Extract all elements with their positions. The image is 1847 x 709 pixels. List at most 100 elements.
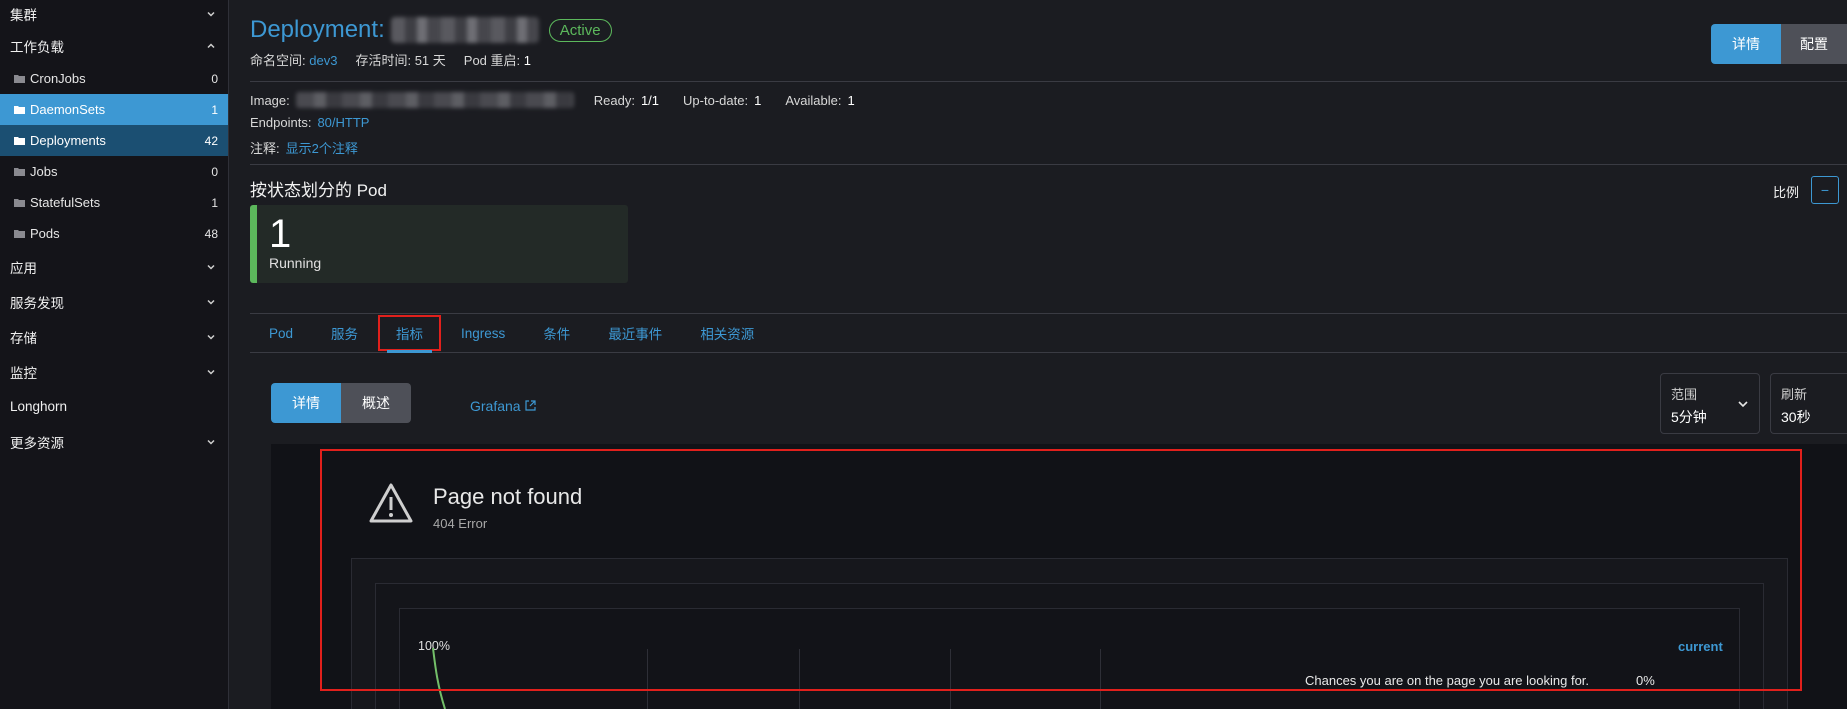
tab-conditions[interactable]: 条件 bbox=[524, 314, 589, 352]
grafana-embed: Page not found 404 Error 100% current Ch… bbox=[271, 444, 1847, 709]
nav-group-monitoring[interactable]: 监控 bbox=[0, 354, 228, 389]
chances-value: 0% bbox=[1636, 673, 1655, 688]
notes-label: 注释: bbox=[250, 141, 280, 156]
nav-group-cluster[interactable]: 集群 bbox=[0, 0, 228, 28]
folder-icon bbox=[14, 229, 26, 238]
folder-icon bbox=[14, 74, 26, 83]
show-notes-link[interactable]: 显示2个注释 bbox=[286, 138, 358, 157]
nav-group-service-discovery[interactable]: 服务发现 bbox=[0, 284, 228, 319]
panel-frame bbox=[399, 608, 1740, 709]
grafana-link[interactable]: Grafana bbox=[470, 398, 536, 414]
chances-text: Chances you are on the page you are look… bbox=[1305, 673, 1590, 688]
detail-button[interactable]: 详情 bbox=[1711, 24, 1781, 64]
folder-icon bbox=[14, 198, 26, 207]
refresh-value: 30秒 bbox=[1781, 409, 1811, 425]
ready-label: Ready: bbox=[593, 92, 635, 108]
main-content: Deployment: Active 命名空间: dev3 存活时间: 51 天… bbox=[230, 0, 1847, 709]
nav-group-label: 监控 bbox=[10, 365, 37, 381]
folder-icon bbox=[14, 105, 26, 114]
resource-kind: Deployment: bbox=[250, 16, 385, 43]
nav-group-more-resources[interactable]: 更多资源 bbox=[0, 424, 228, 459]
redacted-name bbox=[390, 17, 539, 43]
sidebar-item-count: 48 bbox=[204, 226, 218, 241]
nav-group-label: 应用 bbox=[10, 260, 37, 276]
restarts-label: Pod 重启: bbox=[463, 53, 521, 68]
tab-related-resources[interactable]: 相关资源 bbox=[681, 314, 773, 352]
sidebar-item-count: 0 bbox=[211, 164, 218, 179]
grid-line bbox=[950, 649, 951, 709]
sidebar-item-count: 42 bbox=[204, 133, 218, 148]
namespace-label: 命名空间: bbox=[250, 53, 306, 68]
sidebar-item-label: Pods bbox=[30, 226, 60, 241]
nav-group-apps[interactable]: 应用 bbox=[0, 249, 228, 284]
pod-count: 1 bbox=[269, 212, 292, 256]
sidebar-item-label: CronJobs bbox=[30, 71, 86, 86]
sidebar-item-label: Deployments bbox=[30, 133, 106, 148]
restarts-value: 1 bbox=[523, 53, 531, 68]
image-label: Image: bbox=[250, 92, 290, 108]
sidebar: 集群 工作负载 CronJobs 0 DaemonSets 1 Deployme… bbox=[0, 0, 229, 709]
error-title: Page not found bbox=[433, 484, 583, 509]
header-meta: 命名空间: dev3 存活时间: 51 天 Pod 重启: 1 bbox=[250, 50, 531, 69]
range-select[interactable]: 范围 5分钟 bbox=[1660, 373, 1760, 434]
chevron-down-icon bbox=[204, 367, 218, 377]
endpoints-link[interactable]: 80/HTTP bbox=[317, 115, 369, 130]
nav-group-longhorn[interactable]: Longhorn bbox=[0, 389, 228, 424]
folder-icon bbox=[14, 136, 26, 145]
age-meta: 存活时间: 51 天 bbox=[355, 50, 445, 69]
metrics-view-toggle: 详情 概述 bbox=[271, 383, 411, 423]
sidebar-item-pods[interactable]: Pods 48 bbox=[0, 218, 228, 249]
nav-group-label: 服务发现 bbox=[10, 295, 64, 311]
grid-line bbox=[1100, 649, 1101, 709]
view-toggle: 详情 配置 bbox=[1711, 24, 1847, 64]
uptodate-label: Up-to-date: bbox=[683, 92, 749, 108]
grid-line bbox=[799, 649, 800, 709]
nav-group-label: 工作负载 bbox=[10, 39, 64, 55]
scale-label: 比例 bbox=[1772, 185, 1799, 200]
refresh-select[interactable]: 刷新 30秒 bbox=[1770, 373, 1847, 434]
scale-down-button[interactable]: − bbox=[1811, 176, 1839, 204]
uptodate-value: 1 bbox=[754, 92, 762, 108]
folder-icon bbox=[14, 167, 26, 176]
metrics-overview-button[interactable]: 概述 bbox=[341, 383, 411, 423]
age-value: 51 天 bbox=[414, 53, 446, 68]
tab-recent-events[interactable]: 最近事件 bbox=[589, 314, 681, 352]
sidebar-item-statefulsets[interactable]: StatefulSets 1 bbox=[0, 187, 228, 218]
endpoints-label: Endpoints: bbox=[250, 115, 312, 130]
tab-services[interactable]: 服务 bbox=[312, 314, 377, 352]
info-row-image: Image: Ready: 1/1 Up-to-date: 1 Availabl… bbox=[250, 92, 873, 108]
tab-bar: Pod 服务 指标 Ingress 条件 最近事件 相关资源 bbox=[250, 313, 1847, 353]
divider bbox=[250, 81, 1847, 82]
pods-by-state-title: 按状态划分的 Pod bbox=[250, 181, 387, 200]
refresh-label: 刷新 bbox=[1781, 387, 1808, 402]
config-button[interactable]: 配置 bbox=[1781, 24, 1847, 64]
sidebar-item-count: 1 bbox=[211, 195, 218, 210]
nav-group-workloads[interactable]: 工作负载 bbox=[0, 28, 228, 63]
chevron-down-icon bbox=[204, 9, 218, 19]
tab-metrics[interactable]: 指标 bbox=[377, 314, 442, 353]
page-title: Deployment: Active bbox=[250, 16, 612, 44]
tab-pod[interactable]: Pod bbox=[250, 314, 312, 352]
sidebar-item-jobs[interactable]: Jobs 0 bbox=[0, 156, 228, 187]
sidebar-item-label: Jobs bbox=[30, 164, 58, 179]
namespace-link[interactable]: dev3 bbox=[309, 53, 337, 68]
grafana-label: Grafana bbox=[470, 398, 521, 414]
chevron-up-icon bbox=[204, 41, 218, 51]
chevron-down-icon bbox=[204, 437, 218, 447]
tab-ingress[interactable]: Ingress bbox=[442, 314, 524, 352]
nav-group-storage[interactable]: 存储 bbox=[0, 319, 228, 354]
info-row-notes: 注释: 显示2个注释 bbox=[250, 138, 358, 157]
restarts-meta: Pod 重启: 1 bbox=[464, 50, 531, 69]
sparkline bbox=[432, 647, 446, 709]
age-label: 存活时间: bbox=[355, 53, 412, 68]
available-label: Available: bbox=[785, 92, 842, 108]
sidebar-item-deployments[interactable]: Deployments 42 bbox=[0, 125, 228, 156]
sidebar-item-cronjobs[interactable]: CronJobs 0 bbox=[0, 63, 228, 94]
status-badge: Active bbox=[548, 18, 612, 42]
metrics-detail-button[interactable]: 详情 bbox=[271, 383, 341, 423]
sidebar-item-daemonsets[interactable]: DaemonSets 1 bbox=[0, 94, 228, 125]
error-subtitle: 404 Error bbox=[433, 516, 488, 531]
info-row-endpoints: Endpoints: 80/HTTP bbox=[250, 115, 369, 130]
chevron-down-icon bbox=[1737, 398, 1749, 413]
external-link-icon bbox=[524, 398, 536, 414]
